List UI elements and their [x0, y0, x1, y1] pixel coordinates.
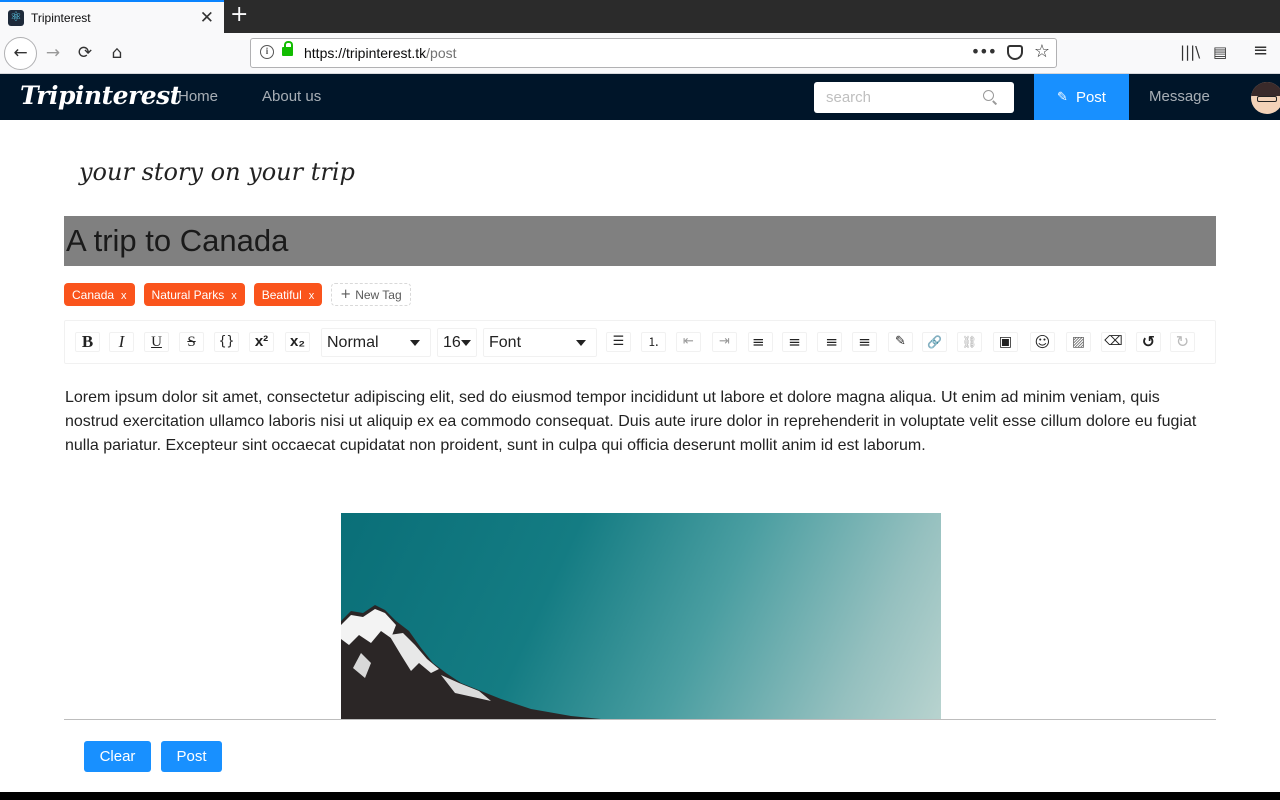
- pocket-icon[interactable]: [1007, 45, 1023, 60]
- chevron-down-icon: [576, 340, 586, 346]
- avatar-glasses: [1257, 96, 1277, 102]
- nav-about[interactable]: About us: [262, 88, 321, 105]
- unlink-icon[interactable]: ⛓: [957, 332, 982, 352]
- editor-body-text[interactable]: Lorem ipsum dolor sit amet, consectetur …: [65, 386, 1205, 458]
- font-size-value: 16: [443, 334, 461, 351]
- link-icon[interactable]: 🔗: [922, 332, 947, 352]
- eraser-icon[interactable]: ⌫: [1101, 332, 1126, 352]
- justify-icon[interactable]: ≡: [852, 332, 877, 352]
- tag-list: Canada x Natural Parks x Beatiful x + New Ta…: [64, 283, 411, 307]
- edit-icon: ✎: [1057, 89, 1068, 105]
- mountain-illustration: [341, 605, 601, 719]
- tag-close-icon[interactable]: x: [231, 290, 237, 302]
- image-icon[interactable]: ▨: [1066, 332, 1091, 352]
- bookmark-star-icon[interactable]: ☆: [1034, 41, 1050, 62]
- font-family-value: Font: [489, 334, 522, 351]
- site-logo[interactable]: Tripinterest: [20, 81, 181, 110]
- emoji-icon[interactable]: ☺: [1030, 332, 1055, 352]
- tag-beatiful[interactable]: Beatiful x: [253, 283, 323, 306]
- title-input[interactable]: [64, 216, 1216, 266]
- sidebar-icon[interactable]: ▤: [1213, 43, 1227, 61]
- search-box: [814, 82, 1014, 113]
- color-picker-icon[interactable]: ✎: [888, 332, 913, 352]
- menu-icon[interactable]: ≡: [1253, 40, 1268, 61]
- address-bar[interactable]: i https://tripinterest.tk/post ••• ☆: [250, 38, 1057, 68]
- new-tag-label: New Tag: [355, 287, 402, 302]
- nav-post-label: Post: [1075, 88, 1106, 106]
- outdent-icon[interactable]: ⇤: [676, 332, 701, 352]
- block-type-select[interactable]: Normal: [321, 328, 431, 357]
- tag-label: Beatiful: [261, 287, 302, 302]
- nav-home[interactable]: Home: [178, 88, 218, 105]
- search-icon[interactable]: [983, 90, 994, 101]
- post-button[interactable]: Post: [161, 741, 222, 772]
- tag-close-icon[interactable]: x: [121, 290, 127, 302]
- tag-canada[interactable]: Canada x: [64, 283, 135, 306]
- reload-icon[interactable]: ⟳: [70, 39, 100, 69]
- font-size-select[interactable]: 16: [437, 328, 477, 357]
- indent-icon[interactable]: ⇥: [712, 332, 737, 352]
- chevron-down-icon: [410, 340, 420, 346]
- new-tag-button[interactable]: + New Tag: [331, 283, 411, 306]
- bold-button[interactable]: B: [75, 332, 100, 352]
- align-right-icon[interactable]: ≡: [817, 332, 842, 352]
- underline-button[interactable]: U: [144, 332, 169, 352]
- new-tab-button[interactable]: +: [230, 2, 248, 27]
- title-bar: [64, 216, 1216, 266]
- close-tab-icon[interactable]: ✕: [200, 8, 214, 28]
- library-icon[interactable]: |||\: [1180, 43, 1200, 61]
- bottom-strip: [0, 792, 1280, 800]
- align-left-icon[interactable]: ≡: [748, 332, 773, 352]
- url-text[interactable]: https://tripinterest.tk/post: [304, 45, 457, 61]
- chevron-down-icon: [461, 340, 471, 346]
- info-icon[interactable]: i: [260, 45, 274, 59]
- forward-icon[interactable]: →: [38, 39, 68, 69]
- clear-button[interactable]: Clear: [84, 741, 151, 772]
- plus-icon: +: [340, 287, 352, 302]
- home-icon[interactable]: ⌂: [102, 39, 132, 69]
- nav-post[interactable]: ✎ Post: [1034, 74, 1129, 120]
- tag-label: Canada: [72, 287, 115, 302]
- block-type-value: Normal: [327, 334, 379, 351]
- browser-toolbar: ← → ⟳ ⌂ i https://tripinterest.tk/post •…: [0, 33, 1280, 74]
- ordered-list-icon[interactable]: ⒈: [641, 332, 666, 352]
- italic-button[interactable]: I: [109, 332, 134, 352]
- avatar[interactable]: [1251, 82, 1280, 114]
- url-path: /post: [426, 45, 457, 61]
- browser-tab[interactable]: ⚛ Tripinterest ✕: [0, 0, 224, 33]
- editor-toolbar: B I U S {} x² x₂ Normal 16 Font ☰ ⒈ ⇤ ⇥ …: [64, 320, 1216, 364]
- code-button[interactable]: {}: [214, 332, 239, 352]
- redo-icon[interactable]: ↻: [1170, 332, 1195, 352]
- mountain-photo: [341, 513, 941, 719]
- app-header: Tripinterest Home About us ✎ Post Messag…: [0, 74, 1280, 120]
- font-family-select[interactable]: Font: [483, 328, 597, 357]
- more-icon[interactable]: •••: [971, 42, 997, 61]
- browser-tab-bar: ⚛ Tripinterest ✕ +: [0, 0, 1280, 33]
- lock-icon[interactable]: [282, 41, 293, 56]
- tag-close-icon[interactable]: x: [309, 290, 315, 302]
- back-icon[interactable]: ←: [4, 37, 37, 70]
- url-domain: https://tripinterest.tk: [304, 45, 427, 61]
- unordered-list-icon[interactable]: ☰: [606, 332, 631, 352]
- react-logo-icon: ⚛: [8, 9, 24, 26]
- page-subtitle: your story on your trip: [79, 158, 355, 186]
- avatar-hair: [1251, 82, 1280, 96]
- subscript-button[interactable]: x₂: [285, 332, 310, 352]
- divider: [64, 719, 1216, 720]
- embed-icon[interactable]: ▣: [993, 332, 1018, 352]
- tab-title: Tripinterest: [31, 10, 91, 25]
- undo-icon[interactable]: ↺: [1136, 332, 1161, 352]
- tag-label: Natural Parks: [151, 287, 225, 302]
- tag-natural-parks[interactable]: Natural Parks x: [143, 283, 245, 306]
- strikethrough-button[interactable]: S: [179, 332, 204, 352]
- nav-message[interactable]: Message: [1149, 88, 1210, 105]
- align-center-icon[interactable]: ≡: [782, 332, 807, 352]
- superscript-button[interactable]: x²: [249, 332, 274, 352]
